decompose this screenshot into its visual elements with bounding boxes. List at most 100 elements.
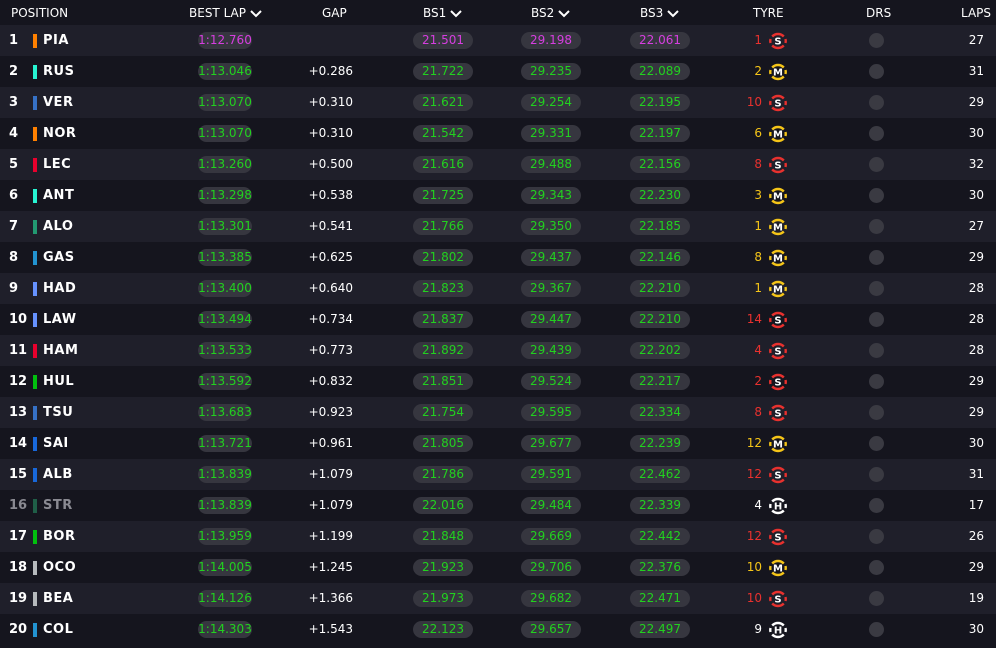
bs1-time: 21.805 [413, 435, 473, 452]
table-row[interactable]: 14 SAI 1:13.721 +0.961 21.805 29.677 22.239 12 M… [0, 428, 996, 459]
table-row[interactable]: 1 PIA 1:12.760 21.501 29.198 22.061 1 S 27 [0, 25, 996, 56]
bs2-time: 29.343 [521, 187, 581, 204]
driver-code[interactable]: COL [43, 614, 73, 645]
tyre-compound-letter: M [773, 564, 783, 575]
table-row[interactable]: 2 RUS 1:13.046 +0.286 21.722 29.235 22.089 2 M 31 [0, 56, 996, 87]
driver-code[interactable]: GAS [43, 242, 75, 273]
best-lap-time: 1:13.385 [198, 249, 252, 266]
table-row[interactable]: 19 BEA 1:14.126 +1.366 21.973 29.682 22.471 10 S… [0, 583, 996, 614]
table-row[interactable]: 9 HAD 1:13.400 +0.640 21.823 29.367 22.210 1 M 28 [0, 273, 996, 304]
driver-code[interactable]: ANT [43, 180, 74, 211]
driver-code[interactable]: HAD [43, 273, 76, 304]
drs-indicator [869, 560, 884, 575]
position-number: 4 [9, 126, 19, 141]
team-color-bar [33, 406, 37, 420]
tyre-compound-letter: S [774, 595, 781, 606]
team-color-bar [33, 127, 37, 141]
tyre-compound-icon: M [769, 249, 787, 267]
bs3-time: 22.376 [630, 559, 690, 576]
gap-value: +0.832 [308, 374, 353, 388]
team-color-bar [33, 251, 37, 265]
bs3-time: 22.185 [630, 218, 690, 235]
team-color-bar [33, 623, 37, 637]
laps-count: 30 [968, 126, 984, 140]
position-number: 10 [9, 312, 28, 327]
tyre-age: 10 [746, 95, 762, 109]
tyre-age: 10 [746, 560, 762, 574]
table-row[interactable]: 3 VER 1:13.070 +0.310 21.621 29.254 22.195 10 S 2… [0, 87, 996, 118]
table-row[interactable]: 5 LEC 1:13.260 +0.500 21.616 29.488 22.156 8 S 32 [0, 149, 996, 180]
table-row[interactable]: 10 LAW 1:13.494 +0.734 21.837 29.447 22.210 14 S… [0, 304, 996, 335]
driver-code[interactable]: TSU [43, 397, 73, 428]
drs-indicator [869, 374, 884, 389]
bs3-time: 22.239 [630, 435, 690, 452]
driver-code[interactable]: HAM [43, 335, 78, 366]
driver-code[interactable]: NOR [43, 118, 76, 149]
tyre-age: 8 [754, 405, 762, 419]
table-row[interactable]: 12 HUL 1:13.592 +0.832 21.851 29.524 22.217 2 S 2… [0, 366, 996, 397]
driver-code[interactable]: STR [43, 490, 73, 521]
position-number: 15 [9, 467, 28, 482]
team-color-bar [33, 468, 37, 482]
table-row[interactable]: 8 GAS 1:13.385 +0.625 21.802 29.437 22.146 8 M 29 [0, 242, 996, 273]
table-row[interactable]: 4 NOR 1:13.070 +0.310 21.542 29.331 22.197 6 M 30 [0, 118, 996, 149]
tyre-compound-letter: M [773, 285, 783, 296]
table-row[interactable]: 16 STR 1:13.839 +1.079 22.016 29.484 22.339 4 H 1… [0, 490, 996, 521]
bs1-time: 21.621 [413, 94, 473, 111]
tyre-age: 2 [754, 64, 762, 78]
driver-code[interactable]: HUL [43, 366, 74, 397]
driver-code[interactable]: OCO [43, 552, 76, 583]
bs3-time: 22.217 [630, 373, 690, 390]
column-bs3[interactable]: BS3 [640, 0, 679, 25]
column-laps: LAPS [961, 6, 992, 20]
best-lap-time: 1:13.721 [198, 435, 252, 452]
team-color-bar [33, 220, 37, 234]
driver-code[interactable]: LEC [43, 149, 71, 180]
driver-code[interactable]: ALO [43, 211, 73, 242]
driver-code[interactable]: VER [43, 87, 73, 118]
position-number: 20 [9, 622, 28, 637]
laps-count: 29 [968, 95, 984, 109]
tyre-age: 12 [746, 436, 762, 450]
table-row[interactable]: 6 ANT 1:13.298 +0.538 21.725 29.343 22.230 3 M 30 [0, 180, 996, 211]
gap-value: +0.625 [308, 250, 353, 264]
column-position: POSITION [11, 6, 69, 20]
column-best-lap[interactable]: BEST LAP [189, 0, 262, 25]
tyre-compound-icon: H [769, 621, 787, 639]
tyre-compound-letter: S [774, 471, 781, 482]
table-row[interactable]: 18 OCO 1:14.005 +1.245 21.923 29.706 22.376 10 M… [0, 552, 996, 583]
team-color-bar [33, 437, 37, 451]
bs3-time: 22.334 [630, 404, 690, 421]
tyre-compound-letter: M [773, 130, 783, 141]
driver-code[interactable]: RUS [43, 56, 74, 87]
bs2-time: 29.437 [521, 249, 581, 266]
driver-code[interactable]: BOR [43, 521, 75, 552]
position-number: 19 [9, 591, 28, 606]
table-row[interactable]: 11 HAM 1:13.533 +0.773 21.892 29.439 22.202 4 S 2… [0, 335, 996, 366]
column-tyre: TYRE [753, 6, 784, 20]
column-bs2[interactable]: BS2 [531, 0, 570, 25]
table-row[interactable]: 7 ALO 1:13.301 +0.541 21.766 29.350 22.185 1 M 27 [0, 211, 996, 242]
bs2-time: 29.595 [521, 404, 581, 421]
best-lap-time: 1:13.494 [198, 311, 252, 328]
table-row[interactable]: 20 COL 1:14.303 +1.543 22.123 29.657 22.497 9 H 3… [0, 614, 996, 645]
driver-code[interactable]: LAW [43, 304, 77, 335]
column-bs1[interactable]: BS1 [423, 0, 462, 25]
table-row[interactable]: 15 ALB 1:13.839 +1.079 21.786 29.591 22.462 12 S… [0, 459, 996, 490]
driver-code[interactable]: PIA [43, 25, 69, 56]
bs2-time: 29.331 [521, 125, 581, 142]
driver-code[interactable]: BEA [43, 583, 73, 614]
table-row[interactable]: 17 BOR 1:13.959 +1.199 21.848 29.669 22.442 12 S… [0, 521, 996, 552]
column-bs3-label: BS3 [640, 6, 664, 20]
team-color-bar [33, 34, 37, 48]
driver-code[interactable]: ALB [43, 459, 73, 490]
tyre-compound-letter: S [774, 316, 781, 327]
table-row[interactable]: 13 TSU 1:13.683 +0.923 21.754 29.595 22.334 8 S 2… [0, 397, 996, 428]
bs2-time: 29.524 [521, 373, 581, 390]
drs-indicator [869, 622, 884, 637]
tyre-compound-letter: M [773, 68, 783, 79]
tyre-compound-icon: S [769, 404, 787, 422]
tyre-compound-icon: S [769, 373, 787, 391]
tyre-age: 6 [754, 126, 762, 140]
driver-code[interactable]: SAI [43, 428, 69, 459]
